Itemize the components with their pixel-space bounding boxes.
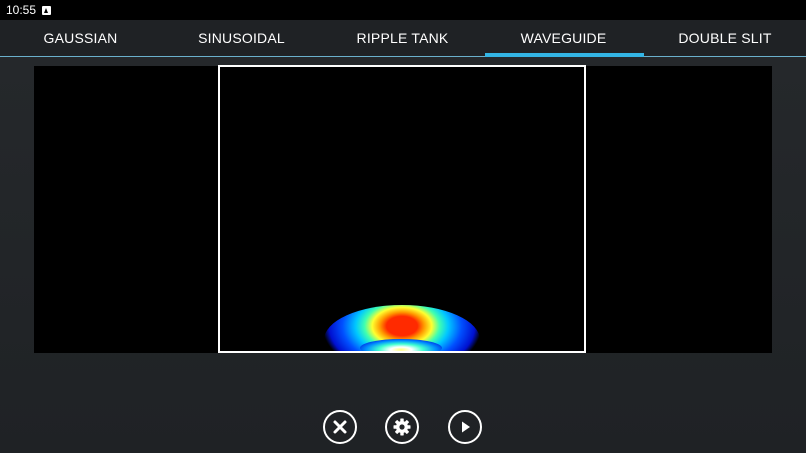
play-button[interactable]: [448, 410, 482, 444]
tab-label: RIPPLE TANK: [356, 30, 449, 46]
settings-button[interactable]: [385, 410, 419, 444]
android-notification-icon: [42, 5, 52, 15]
control-bar: [0, 408, 806, 446]
tab-waveguide[interactable]: WAVEGUIDE: [483, 20, 644, 57]
status-time: 10:55: [6, 3, 37, 17]
tab-label: DOUBLE SLIT: [678, 30, 772, 46]
tab-label: GAUSSIAN: [43, 30, 118, 46]
play-icon: [462, 421, 470, 433]
app-screen: 10:55 GAUSSIAN SINUSOIDAL RIPPLE TANK WA…: [0, 0, 806, 453]
wave-packet-reflection: [360, 339, 442, 351]
waveguide-canvas[interactable]: [218, 65, 586, 353]
tab-gaussian[interactable]: GAUSSIAN: [0, 20, 161, 56]
tab-label: SINUSOIDAL: [198, 30, 285, 46]
tab-label: WAVEGUIDE: [520, 30, 607, 46]
tab-double-slit[interactable]: DOUBLE SLIT: [644, 20, 806, 56]
tab-sinusoidal[interactable]: SINUSOIDAL: [161, 20, 322, 56]
status-bar: 10:55: [0, 0, 806, 20]
tab-indicator: [485, 53, 644, 57]
tab-ripple-tank[interactable]: RIPPLE TANK: [322, 20, 483, 56]
close-button[interactable]: [323, 410, 357, 444]
close-icon: [333, 420, 347, 434]
gear-icon: [393, 418, 411, 436]
tab-bar: GAUSSIAN SINUSOIDAL RIPPLE TANK WAVEGUID…: [0, 20, 806, 57]
